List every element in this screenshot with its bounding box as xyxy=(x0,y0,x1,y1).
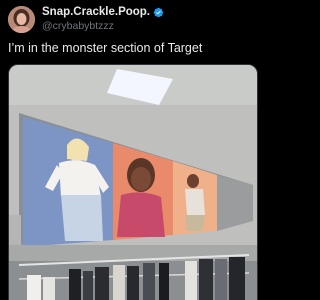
avatar-photo-icon xyxy=(8,5,35,33)
tweet-header: Snap.Crackle.Poop. @crybabybtzzz xyxy=(8,4,258,34)
author-block: Snap.Crackle.Poop. @crybabybtzzz xyxy=(42,6,164,32)
tweet-media[interactable] xyxy=(8,64,258,300)
store-photo xyxy=(9,65,257,300)
tweet-text: I’m in the monster section of Target xyxy=(8,41,203,55)
avatar[interactable] xyxy=(8,5,35,33)
tweet-card[interactable]: Snap.Crackle.Poop. @crybabybtzzz I’m in … xyxy=(0,0,266,300)
author-handle[interactable]: @crybabybtzzz xyxy=(42,20,164,32)
author-display-name[interactable]: Snap.Crackle.Poop. xyxy=(42,6,150,19)
name-row: Snap.Crackle.Poop. xyxy=(42,6,164,19)
verified-badge-icon xyxy=(153,8,164,18)
